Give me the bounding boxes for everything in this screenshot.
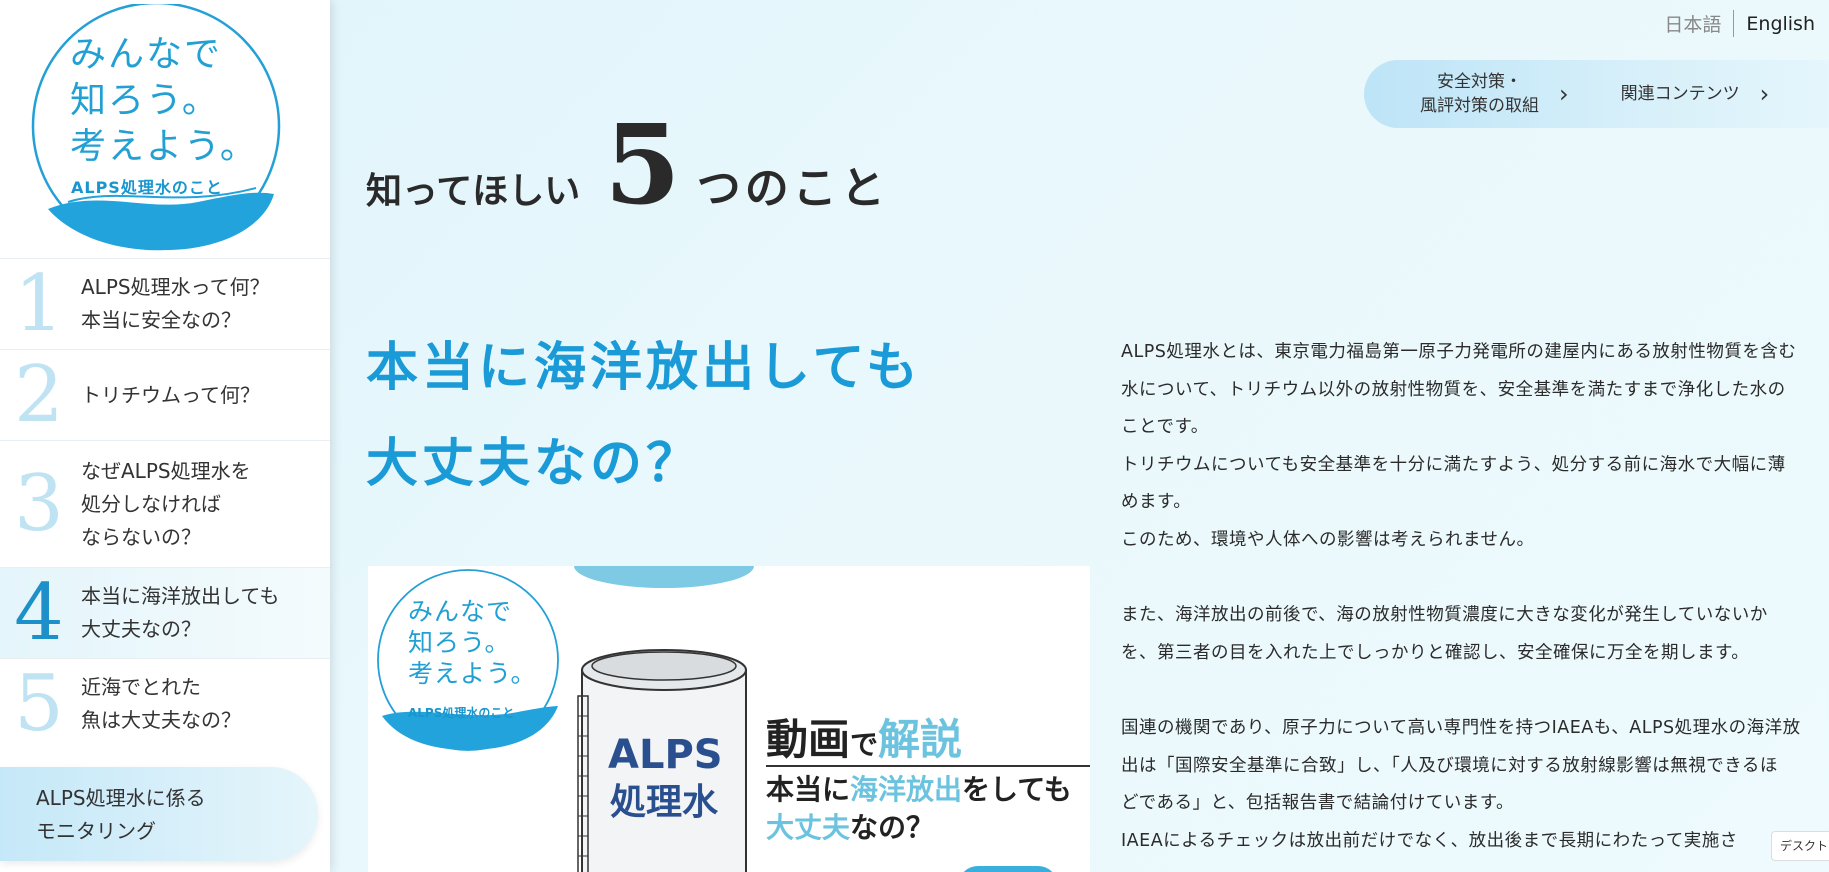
site-logo[interactable]: みんなで 知ろう。 考えよう。 ALPS処理水のこと — [28, 1, 284, 254]
language-switcher: 日本語 English — [1664, 10, 1815, 37]
sidebar-item-2[interactable]: 2 トリチウムって何？ — [0, 349, 330, 440]
video-logo-subtitle: ALPS処理水のこと — [408, 706, 515, 720]
text-line: このため、環境や人体への影響は考えられません。 — [1121, 529, 1535, 550]
video-play-button[interactable] — [958, 866, 1058, 872]
topnav-label: 安全対策・ 風評対策の取組 — [1420, 72, 1539, 116]
text-line: 出は「国際安全基準に合致」し、「人及び環境に対する放射線影響は無視できるほ — [1121, 755, 1778, 776]
sidebar-item-3[interactable]: 3 なぜALPS処理水を 処分しなければ ならないの？ — [0, 440, 330, 567]
sidebar-item-label: 近海でとれた 魚は大丈夫なの？ — [81, 675, 241, 732]
topnav-safety-measures[interactable]: 安全対策・ 風評対策の取組 › — [1420, 70, 1569, 118]
lang-english-link[interactable]: English — [1734, 13, 1815, 35]
lang-japanese-link[interactable]: 日本語 — [1664, 10, 1735, 37]
page-title-prefix: 知ってほしい — [366, 170, 581, 212]
sidebar-item-label: なぜALPS処理水を 処分しなければ ならないの？ — [81, 458, 251, 549]
tank-label-line-1: ALPS — [608, 732, 723, 778]
tank-label: ALPS 処理水 — [608, 731, 723, 827]
divider — [766, 765, 1090, 767]
video-subheading-part: 大丈夫 — [766, 811, 851, 844]
text-line: 水について、トリチウム以外の放射性物質を、安全基準を満たすまで浄化した水の — [1121, 379, 1786, 400]
monitoring-label: ALPS処理水に係る モニタリング — [36, 786, 206, 843]
chevron-right-icon: › — [1559, 80, 1569, 108]
sidebar-item-5[interactable]: 5 近海でとれた 魚は大丈夫なの？ — [0, 658, 330, 749]
desktop-badge[interactable]: デスクトップ — [1771, 831, 1829, 861]
text-line: IAEAによるチェックは放出前だけでなく、放出後まで長期にわたって実施さ — [1121, 830, 1738, 851]
sidebar-item-label: 本当に海洋放出しても 大丈夫なの？ — [81, 584, 280, 641]
logo-line-1: みんなで — [70, 34, 223, 75]
video-logo-line-1: みんなで — [408, 597, 513, 626]
video-subheading-part: 本当に — [766, 773, 851, 806]
paragraph: また、海洋放出の前後で、海の放射性物質濃度に大きな変化が発生していないか を、第… — [1121, 597, 1829, 672]
sidebar-item-label: ALPS処理水って何？ 本当に安全なの？ — [81, 275, 270, 332]
paragraph: ALPS処理水とは、東京電力福島第一原子力発電所の建屋内にある放射性物質を含む … — [1121, 334, 1829, 560]
video-logo-line-3: 考えよう。 — [408, 659, 537, 688]
logo-subtitle: ALPS処理水のこと — [71, 178, 223, 197]
section-headline: 本当に海洋放出しても 大丈夫なの？ — [366, 337, 922, 494]
text-line: を、第三者の目を入れた上でしっかりと確認し、安全確保に万全を期します。 — [1121, 642, 1750, 663]
topnav-related-content[interactable]: 関連コンテンツ › — [1621, 80, 1770, 108]
text-line: ALPS処理水とは、東京電力福島第一原子力発電所の建屋内にある放射性物質を含む — [1121, 342, 1797, 362]
video-heading: 動画で解説 — [766, 706, 962, 767]
video-thumbnail[interactable]: みんなで 知ろう。 考えよう。 ALPS処理水のこと ALPS 処理水 動画で解… — [368, 566, 1090, 872]
video-logo-line-2: 知ろう。 — [408, 628, 511, 657]
sidebar-item-number: 3 — [14, 459, 64, 549]
tank-label-line-2: 処理水 — [609, 782, 718, 823]
top-nav: 安全対策・ 風評対策の取組 › 関連コンテンツ › — [1364, 60, 1829, 128]
section-body: ALPS処理水とは、東京電力福島第一原子力発電所の建屋内にある放射性物質を含む … — [1121, 334, 1829, 872]
sidebar-item-4[interactable]: 4 本当に海洋放出しても 大丈夫なの？ — [0, 567, 330, 658]
logo-line-2: 知ろう。 — [70, 80, 220, 121]
sidebar-nav: 1 ALPS処理水って何？ 本当に安全なの？ 2 トリチウムって何？ 3 なぜA… — [0, 258, 330, 749]
video-subheading: 本当に海洋放出をしても 大丈夫なの？ — [766, 771, 1072, 847]
video-heading-part: 動画 — [766, 715, 851, 764]
text-line: どである」と、包括報告書で結論付けています。 — [1121, 793, 1515, 814]
sidebar-item-number: 5 — [14, 659, 64, 749]
video-subheading-part: なの？ — [850, 811, 935, 844]
text-line: トリチウムについても安全基準を十分に満たすよう、処分する前に海水で大幅に薄 — [1121, 454, 1786, 475]
topnav-label: 関連コンテンツ — [1620, 84, 1740, 104]
video-subheading-part: 海洋放出 — [850, 773, 963, 806]
text-line: ことです。 — [1121, 417, 1209, 438]
video-heading-part: 解説 — [878, 715, 963, 764]
page-title-number: 5 — [604, 100, 681, 229]
page-title: 知ってほしい 5 つのこと — [366, 110, 889, 220]
video-heading-part: で — [850, 728, 879, 761]
page-title-suffix: つのこと — [696, 163, 889, 214]
sidebar-item-label: トリチウムって何？ — [81, 382, 260, 407]
chevron-right-icon: › — [1759, 80, 1770, 108]
sidebar-item-number: 2 — [14, 350, 64, 440]
paragraph: 国連の機関であり、原子力について高い専門性を持つIAEAも、ALPS処理水の海洋… — [1121, 710, 1829, 860]
video-subheading-part: をしても — [962, 773, 1072, 806]
sidebar-item-number: 4 — [14, 568, 64, 658]
sidebar: みんなで 知ろう。 考えよう。 ALPS処理水のこと 1 ALPS処理水って何？… — [0, 0, 330, 872]
text-line: めます。 — [1121, 492, 1192, 513]
text-line: 国連の機関であり、原子力について高い専門性を持つIAEAも、ALPS処理水の海洋… — [1121, 717, 1801, 738]
sidebar-item-1[interactable]: 1 ALPS処理水って何？ 本当に安全なの？ — [0, 258, 330, 349]
logo-line-3: 考えよう。 — [70, 126, 258, 167]
sidebar-item-number: 1 — [14, 259, 64, 349]
video-logo-text: みんなで 知ろう。 考えよう。 — [408, 596, 537, 689]
logo-text: みんなで 知ろう。 考えよう。 — [70, 32, 258, 170]
monitoring-button[interactable]: ALPS処理水に係る モニタリング — [0, 767, 318, 861]
text-line: また、海洋放出の前後で、海の放射性物質濃度に大きな変化が発生していないか — [1121, 605, 1768, 626]
